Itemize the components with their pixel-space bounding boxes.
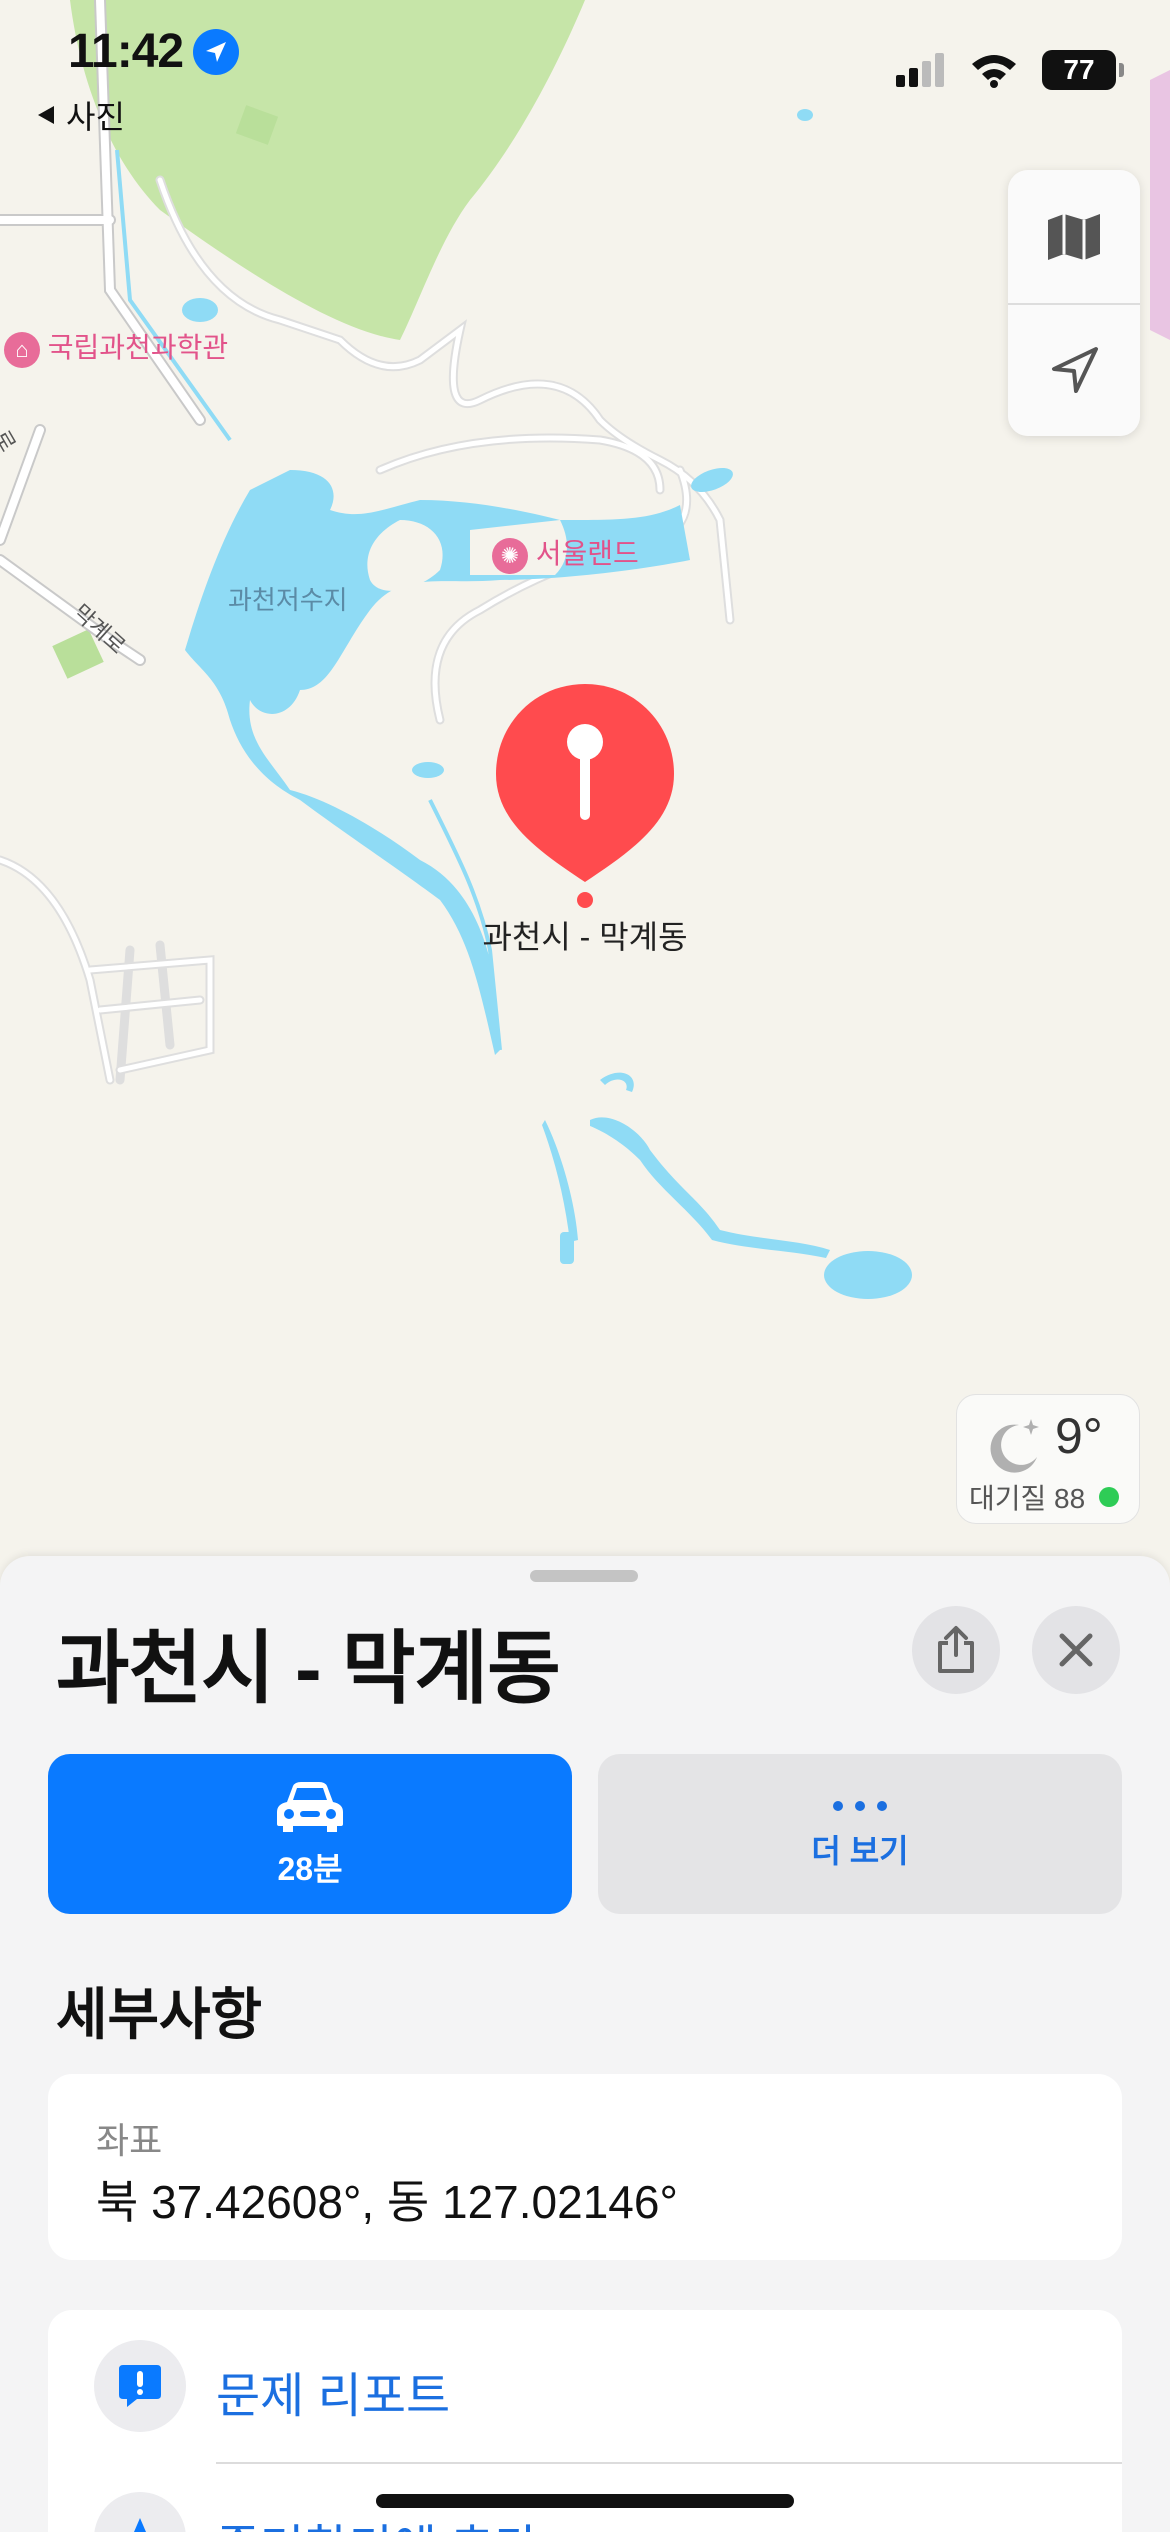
track-location-button[interactable]: [1008, 303, 1140, 436]
report-bubble-icon: [94, 2340, 186, 2432]
amusement-park-icon: ✺: [492, 537, 528, 574]
details-heading: 세부사항: [56, 1983, 263, 2046]
weather-temperature: 9°: [1055, 1408, 1103, 1464]
location-arrow-icon: [193, 28, 240, 75]
moon-stars-icon: [990, 1419, 1039, 1473]
reservoir-label: 과천저수지: [228, 585, 348, 615]
coordinates-card[interactable]: 좌표 북 37.42608°, 동 127.02146°: [48, 2074, 1122, 2260]
more-button[interactable]: 더 보기: [598, 1754, 1122, 1914]
ellipsis-icon: [833, 1801, 887, 1811]
signal-icon: [896, 53, 944, 87]
more-label: 더 보기: [811, 1833, 909, 1869]
status-icons: 77: [896, 50, 1124, 90]
battery-icon: 77: [1042, 50, 1124, 90]
map-controls: [1008, 170, 1140, 436]
status-time: 11:42: [68, 24, 240, 79]
map-view[interactable]: ⌂ 국립과천과학관 ✺ 서울랜드 과천저수지 막계로 로 과천시 - 막계동 9…: [0, 0, 1170, 1580]
poi-seoulland[interactable]: ✺ 서울랜드: [492, 532, 639, 574]
car-icon: [277, 1782, 343, 1832]
map-mode-button[interactable]: [1008, 170, 1140, 303]
weather-widget[interactable]: 9° 대기질 88: [956, 1394, 1140, 1524]
drive-time-label: 28분: [277, 1851, 343, 1887]
sheet-grabber[interactable]: [530, 1570, 638, 1582]
location-arrow-icon: [1052, 346, 1098, 393]
coordinates-value: 북 37.42608°, 동 127.02146°: [96, 2176, 678, 2228]
pin-label: 과천시 - 막계동: [482, 919, 688, 955]
close-button[interactable]: [1032, 1606, 1120, 1694]
highway-edge: [1150, 70, 1170, 340]
wifi-icon: [972, 55, 1016, 88]
add-favorite-label: 즐겨찾기에 추가: [216, 2508, 538, 2532]
close-icon: [1059, 1633, 1093, 1667]
location-pin-icon[interactable]: [490, 682, 680, 912]
report-issue-row[interactable]: 문제 리포트: [48, 2310, 1122, 2464]
poi-museum[interactable]: ⌂ 국립과천과학관: [4, 326, 228, 368]
air-quality: 대기질 88: [969, 1477, 1120, 1517]
coordinates-key: 좌표: [96, 2120, 163, 2161]
share-icon: [938, 1626, 974, 1673]
home-indicator[interactable]: [376, 2494, 794, 2508]
back-to-app-link[interactable]: 사진: [36, 92, 125, 138]
back-triangle-icon: [38, 106, 54, 124]
share-button[interactable]: [912, 1606, 1000, 1694]
star-icon: [94, 2492, 186, 2532]
drive-directions-button[interactable]: 28분: [48, 1754, 572, 1914]
place-sheet: 과천시 - 막계동 28분 더 보기 세부사항 좌표 북 37.42608°, …: [0, 1556, 1170, 2532]
map-mode-icon: [1048, 213, 1100, 260]
museum-icon: ⌂: [4, 331, 40, 368]
place-title: 과천시 - 막계동: [56, 1624, 561, 1713]
air-quality-dot: [1099, 1487, 1120, 1507]
report-issue-label: 문제 리포트: [216, 2370, 451, 2423]
